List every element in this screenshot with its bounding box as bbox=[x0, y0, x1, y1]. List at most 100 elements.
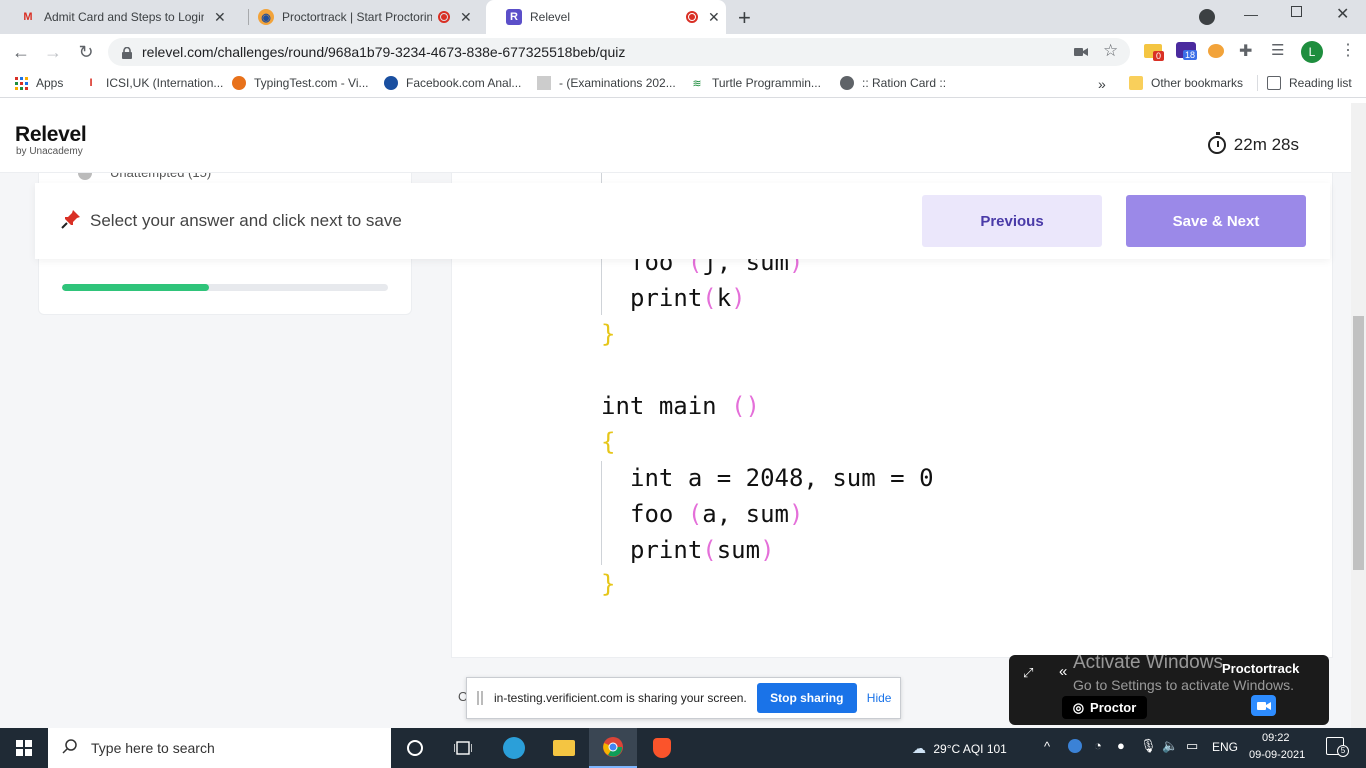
other-bookmarks[interactable]: Other bookmarks bbox=[1129, 76, 1243, 90]
bookmark-examinations[interactable]: - (Examinations 202... bbox=[537, 76, 676, 90]
microphone-icon[interactable]: 🎙 bbox=[1140, 738, 1157, 754]
brave-browser-icon[interactable] bbox=[638, 728, 686, 768]
globe-icon bbox=[840, 76, 854, 90]
taskbar-search[interactable]: Type here to search bbox=[48, 728, 391, 768]
reload-button[interactable]: ↻ bbox=[75, 41, 97, 63]
mail-badge: 0 bbox=[1153, 51, 1165, 61]
clock-time[interactable]: 09:22 bbox=[1262, 732, 1290, 744]
code-line-decl: int a = 2048, sum = 0 bbox=[630, 464, 934, 492]
hat-extension-icon[interactable]: 18 bbox=[1176, 42, 1198, 60]
minimize-button[interactable]: — bbox=[1244, 6, 1258, 22]
analytics-icon bbox=[384, 76, 398, 90]
windows-taskbar: Type here to search ☁ 29°C AQI 101 ^ ◔ ●… bbox=[0, 728, 1366, 768]
drag-handle-icon[interactable] bbox=[477, 691, 483, 705]
wifi-icon[interactable]: ◔ bbox=[1094, 738, 1102, 753]
quiz-timer: 22m 28s bbox=[1207, 132, 1299, 155]
reading-list[interactable]: Reading list bbox=[1267, 76, 1352, 90]
search-icon bbox=[62, 738, 78, 759]
close-icon[interactable]: ✕ bbox=[708, 9, 720, 26]
code-brace-close: } bbox=[601, 320, 616, 348]
apps-grid-icon bbox=[14, 76, 28, 90]
progress-bar bbox=[62, 284, 388, 291]
timer-value: 22m 28s bbox=[1233, 135, 1299, 154]
bookmark-turtle[interactable]: ≋ Turtle Programmin... bbox=[690, 76, 821, 90]
bookmarks-divider bbox=[1257, 75, 1258, 91]
new-tab-button[interactable]: + bbox=[738, 5, 751, 31]
bookmark-label: :: Ration Card :: bbox=[862, 76, 947, 90]
menu-kebab-icon[interactable]: ⋮ bbox=[1340, 40, 1356, 60]
expand-icon[interactable]: ⤢ bbox=[1023, 665, 1033, 681]
indent-guide bbox=[601, 461, 602, 565]
scrollbar-thumb[interactable] bbox=[1353, 316, 1364, 570]
network-error-icon[interactable]: ● bbox=[1117, 738, 1125, 753]
profile-avatar[interactable]: L bbox=[1301, 41, 1323, 63]
bookmark-label: ICSI,UK (Internation... bbox=[106, 76, 224, 90]
show-hidden-icons[interactable]: ^ bbox=[1044, 739, 1050, 754]
tab-title: Relevel bbox=[530, 10, 571, 24]
clock-date[interactable]: 09-09-2021 bbox=[1249, 749, 1305, 761]
weather-widget[interactable]: ☁ 29°C AQI 101 bbox=[912, 740, 1007, 757]
close-icon[interactable]: ✕ bbox=[214, 9, 226, 26]
folder-icon bbox=[1129, 76, 1143, 90]
rewind-icon[interactable]: « bbox=[1059, 663, 1067, 680]
bookmark-facebook-analytics[interactable]: Facebook.com Anal... bbox=[384, 76, 521, 90]
save-next-button[interactable]: Save & Next bbox=[1126, 195, 1306, 247]
code-brace-close: } bbox=[601, 570, 616, 598]
task-view-icon[interactable] bbox=[439, 728, 487, 768]
camera-icon[interactable] bbox=[1074, 45, 1088, 63]
relevel-logo[interactable]: Relevel bbox=[15, 123, 87, 147]
stopwatch-icon bbox=[1207, 132, 1226, 154]
bookmark-label: TypingTest.com - Vi... bbox=[254, 76, 369, 90]
extensions-puzzle-icon[interactable]: ✚ bbox=[1239, 41, 1252, 61]
bookmark-star-icon[interactable]: ☆ bbox=[1103, 41, 1118, 61]
chrome-icon[interactable] bbox=[589, 728, 637, 768]
bookmark-typingtest[interactable]: TypingTest.com - Vi... bbox=[232, 76, 369, 90]
address-bar[interactable]: relevel.com/challenges/round/968a1b79-32… bbox=[108, 38, 1130, 66]
edge-browser-icon[interactable] bbox=[490, 728, 538, 768]
answer-action-bar: Select your answer and click next to sav… bbox=[35, 183, 1330, 259]
restore-button[interactable] bbox=[1291, 6, 1302, 17]
skype-icon[interactable] bbox=[1068, 739, 1082, 753]
volume-icon[interactable]: 🔈 bbox=[1162, 738, 1178, 754]
code-line-foo-a: foo (a, sum) bbox=[630, 500, 804, 528]
stop-sharing-button[interactable]: Stop sharing bbox=[756, 683, 857, 713]
app-header: Relevel by Unacademy 22m 28s bbox=[0, 103, 1351, 173]
search-placeholder: Type here to search bbox=[91, 740, 215, 756]
proctor-button[interactable]: ◎ Proctor bbox=[1062, 696, 1147, 719]
proctortrack-extension-icon[interactable] bbox=[1208, 44, 1224, 58]
forward-button[interactable]: → bbox=[42, 41, 64, 63]
tab-title: Proctortrack | Start Proctorin bbox=[282, 10, 432, 24]
proctortrack-brand: Proctortrack bbox=[1222, 661, 1300, 676]
tab-admit-card[interactable]: M Admit Card and Steps to Login fo ✕ bbox=[0, 0, 246, 34]
tab-search-icon[interactable] bbox=[1199, 9, 1215, 25]
language-indicator[interactable]: ENG bbox=[1212, 740, 1238, 754]
browser-toolbar: ← → ↻ relevel.com/challenges/round/968a1… bbox=[0, 34, 1366, 70]
bookmark-apps[interactable]: Apps bbox=[14, 76, 63, 90]
cloud-icon: ☁ bbox=[912, 740, 926, 756]
mail-extension-icon[interactable]: 0 bbox=[1144, 44, 1165, 61]
tab-relevel[interactable]: R Relevel ✕ bbox=[486, 0, 726, 34]
bookmark-label: - (Examinations 202... bbox=[559, 76, 676, 90]
relevel-icon: R bbox=[506, 9, 522, 25]
video-camera-icon[interactable] bbox=[1251, 695, 1276, 716]
cortana-icon[interactable] bbox=[391, 728, 439, 768]
bookmarks-overflow[interactable]: » bbox=[1098, 76, 1106, 92]
close-icon[interactable]: ✕ bbox=[460, 9, 472, 26]
notification-center-icon[interactable]: 5 bbox=[1326, 737, 1349, 757]
hide-share-link[interactable]: Hide bbox=[867, 691, 892, 705]
reading-list-icon bbox=[1267, 76, 1281, 90]
bookmark-ration-card[interactable]: :: Ration Card :: bbox=[840, 76, 946, 90]
bookmark-icsi[interactable]: I ICSI,UK (Internation... bbox=[84, 76, 223, 90]
battery-icon[interactable]: ▭ bbox=[1186, 738, 1198, 754]
previous-button[interactable]: Previous bbox=[922, 195, 1102, 247]
window-close-button[interactable]: ✕ bbox=[1336, 4, 1349, 24]
share-message: in-testing.verificient.com is sharing yo… bbox=[494, 691, 747, 705]
windows-start-button[interactable] bbox=[0, 728, 48, 768]
activate-windows-title: Activate Windows bbox=[1073, 652, 1223, 673]
tab-proctortrack[interactable]: ◉ Proctortrack | Start Proctorin ✕ bbox=[238, 0, 486, 34]
url-text: relevel.com/challenges/round/968a1b79-32… bbox=[142, 44, 626, 60]
quiz-page: Unattempted (15) foo (j, sum) print(k) }… bbox=[0, 103, 1351, 728]
back-button[interactable]: ← bbox=[10, 41, 32, 63]
media-control-icon[interactable]: ☰ bbox=[1271, 41, 1284, 59]
file-explorer-icon[interactable] bbox=[540, 728, 588, 768]
